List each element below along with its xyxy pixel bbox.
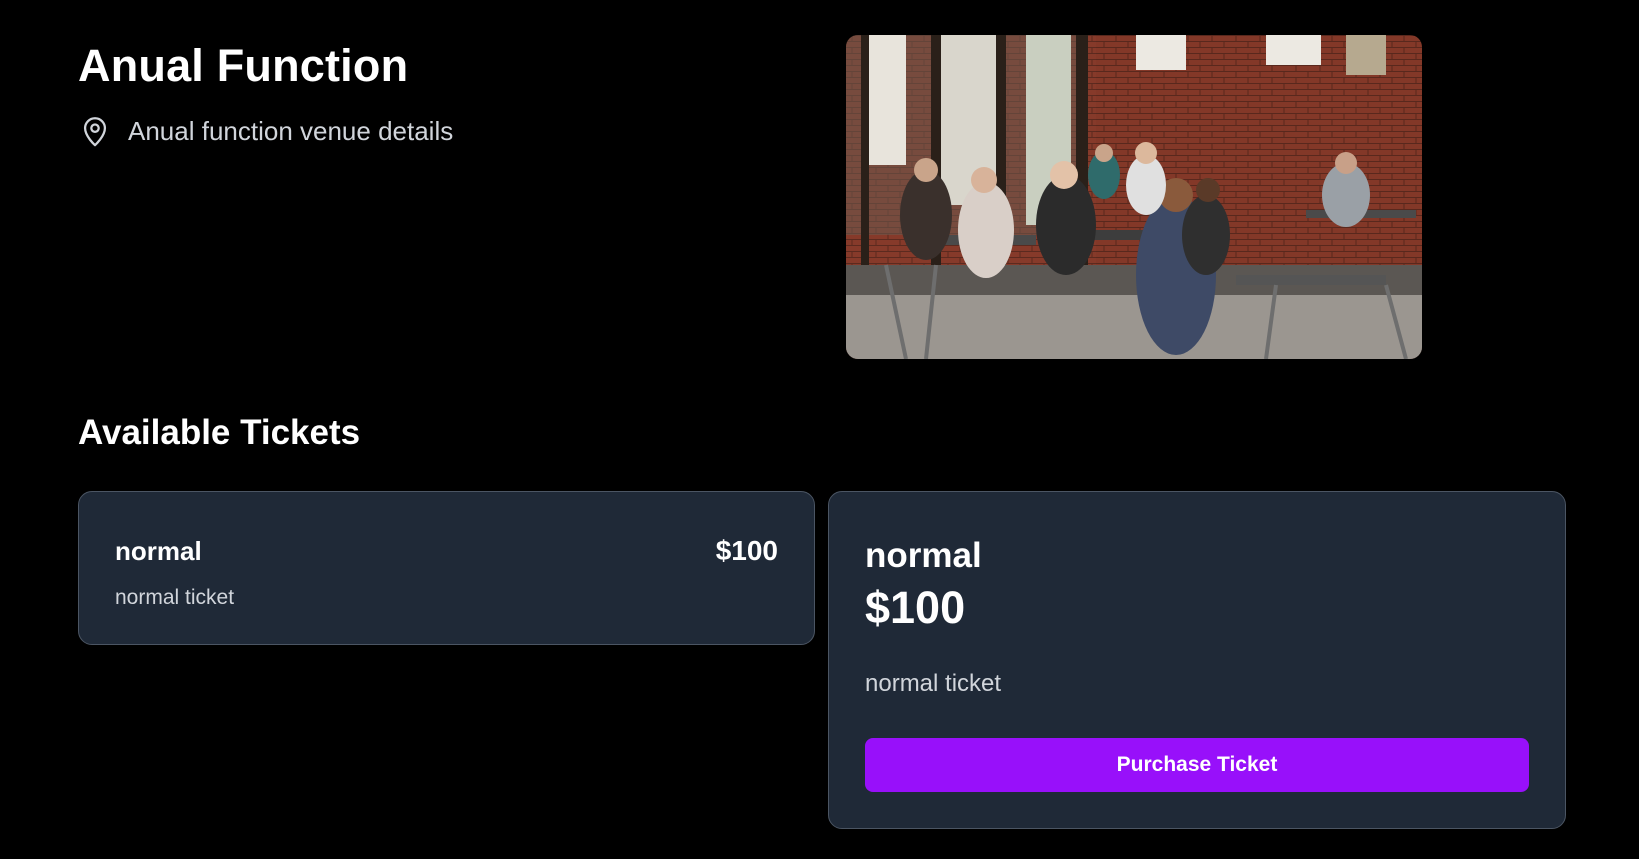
ticket-price: $100 xyxy=(715,535,778,566)
ticket-name: normal xyxy=(115,536,202,566)
selected-ticket-name: normal xyxy=(865,536,982,575)
ticket-description: normal ticket xyxy=(115,586,235,609)
tickets-section-title: Available Tickets xyxy=(78,413,361,452)
event-image xyxy=(846,35,1422,359)
event-page: Anual Function Anual function venue deta… xyxy=(0,0,1639,859)
ticket-detail-panel: normal $100 normal ticket Purchase Ticke… xyxy=(828,491,1566,829)
event-title: Anual Function xyxy=(78,40,409,91)
selected-ticket-description: normal ticket xyxy=(865,670,1002,697)
ticket-card-normal[interactable]: normal $100 normal ticket xyxy=(78,491,815,645)
venue-text: Anual function venue details xyxy=(128,116,454,146)
selected-ticket-price: $100 xyxy=(865,582,966,633)
venue-info: Anual function venue details xyxy=(78,112,453,150)
map-pin-icon xyxy=(83,117,107,147)
cafe-interior-photo xyxy=(846,35,1422,359)
purchase-ticket-button[interactable]: Purchase Ticket xyxy=(865,738,1529,792)
